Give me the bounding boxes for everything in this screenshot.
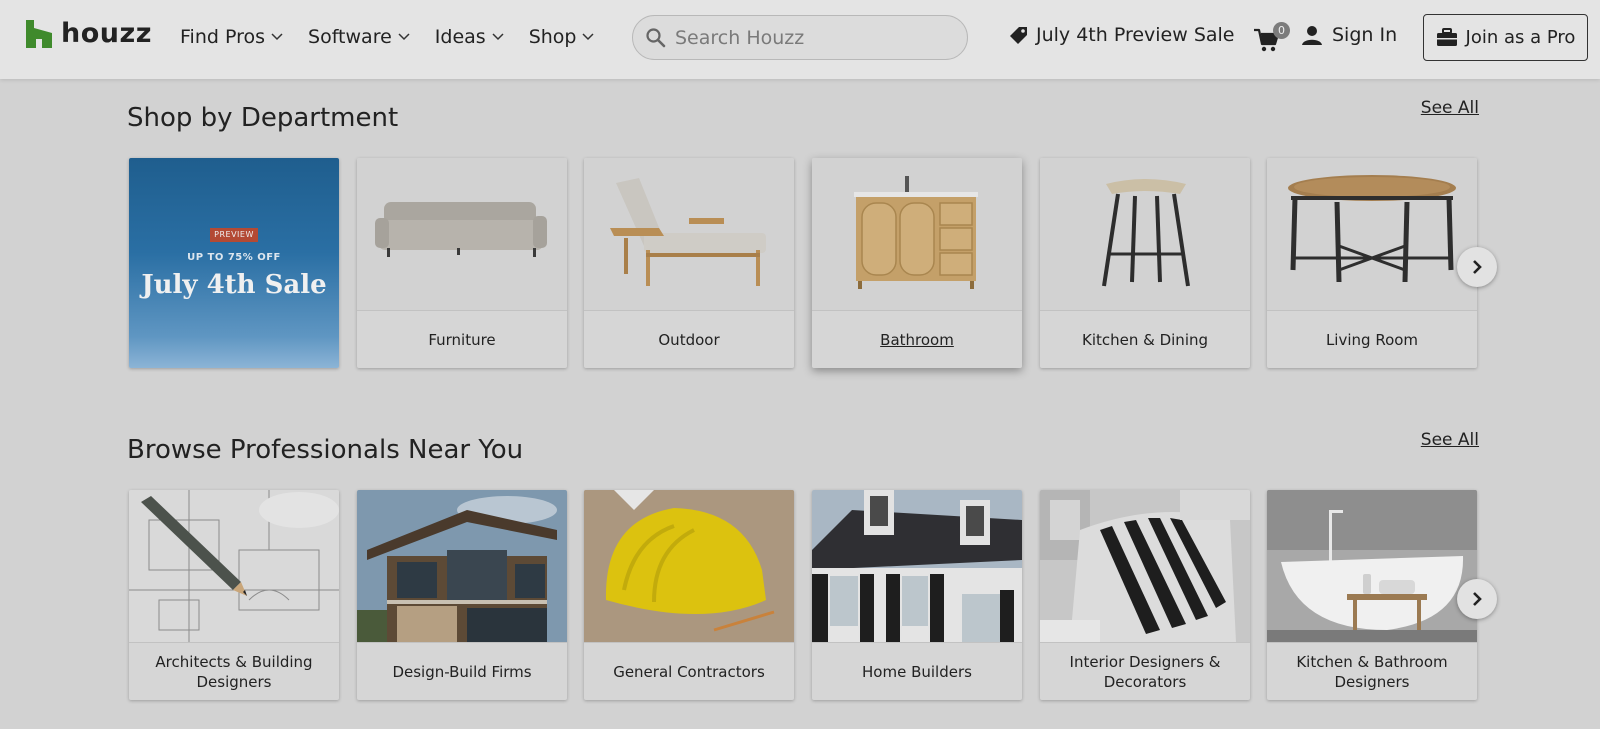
nav-ideas[interactable]: Ideas [435,22,504,52]
card-label: General Contractors [584,642,794,700]
chevron-down-icon [398,33,410,41]
chevron-down-icon [492,33,504,41]
cart-button[interactable]: 0 [1253,22,1290,54]
join-as-pro-button[interactable]: Join as a Pro [1423,14,1588,61]
sign-in-label: Sign In [1332,24,1398,46]
card-label: Architects & Building Designers [129,642,339,700]
card-label: Home Builders [812,642,1022,700]
department-card-outdoor[interactable]: Outdoor [584,158,794,368]
main-nav: Find Pros Software Ideas Shop [180,22,619,52]
card-label: Furniture [357,310,567,368]
nav-label: Find Pros [180,26,266,48]
card-label: Outdoor [584,310,794,368]
professional-card-home-builders[interactable]: Home Builders [812,490,1022,700]
houzz-logo[interactable]: houzz [26,18,152,50]
department-card-kitchen-dining[interactable]: Kitchen & Dining [1040,158,1250,368]
logo-text: houzz [61,18,152,49]
nav-label: Shop [528,26,577,48]
professionals-next-button[interactable] [1457,579,1497,619]
chevron-right-icon [1473,260,1482,274]
preview-tag: PREVIEW [210,228,258,242]
section-title-departments: Shop by Department [127,103,399,133]
see-all-departments-link[interactable]: See All [1421,98,1479,118]
professional-card-kitchen-bathroom[interactable]: Kitchen & Bathroom Designers [1267,490,1477,700]
card-label: Kitchen & Dining [1040,310,1250,368]
search-icon [646,28,666,48]
user-icon [1302,26,1322,45]
join-as-pro-label: Join as a Pro [1465,27,1576,48]
see-all-professionals-link[interactable]: See All [1421,430,1479,450]
promo-headline: July 4th Sale [141,270,327,300]
colonial-house-image [812,490,1022,642]
search-input[interactable] [675,26,965,49]
nav-software[interactable]: Software [308,22,410,52]
blueprint-image [129,490,339,642]
professional-card-general-contractors[interactable]: General Contractors [584,490,794,700]
chevron-down-icon [271,33,283,41]
chevron-down-icon [582,33,595,41]
department-card-living-room[interactable]: Living Room [1267,158,1477,368]
card-label: Interior Designers & Decorators [1040,642,1250,700]
nav-label: Ideas [434,26,486,48]
price-tag-icon [1010,26,1027,44]
search-bar[interactable] [632,15,968,60]
section-title-professionals: Browse Professionals Near You [127,435,524,465]
departments-next-button[interactable] [1457,247,1497,287]
promo-offer-text: UP TO 75% OFF [187,252,281,263]
bathtub-image [1267,490,1477,642]
chaise-lounge-image [584,158,794,310]
sale-link[interactable]: July 4th Preview Sale [1008,24,1235,46]
card-label: Design-Build Firms [357,642,567,700]
card-label: Living Room [1267,310,1477,368]
coffee-table-image [1267,158,1477,310]
sofa-image [357,158,567,310]
striped-chair-image [1040,490,1250,642]
vanity-image [812,158,1022,310]
nav-find-pros[interactable]: Find Pros [180,22,283,52]
nav-label: Software [308,26,392,48]
sale-link-label: July 4th Preview Sale [1036,24,1235,46]
site-header: houzz Find Pros Software Ideas Shop Sear… [0,0,1600,79]
hard-hat-image [584,490,794,642]
bar-stool-image [1040,158,1250,310]
department-card-furniture[interactable]: Furniture [357,158,567,368]
sign-in-link[interactable]: Sign In [1301,24,1397,46]
houzz-logo-icon [26,20,52,48]
july-4th-sale-promo-card[interactable]: PREVIEW UP TO 75% OFF July 4th Sale [129,158,339,368]
professional-card-design-build[interactable]: Design-Build Firms [357,490,567,700]
cart-count-badge: 0 [1273,22,1290,39]
professional-card-architects[interactable]: Architects & Building Designers [129,490,339,700]
professional-card-interior-designers[interactable]: Interior Designers & Decorators [1040,490,1250,700]
card-label: Bathroom [812,310,1022,368]
modern-house-image [357,490,567,642]
chevron-right-icon [1473,592,1482,606]
department-card-bathroom[interactable]: Bathroom [812,158,1022,368]
briefcase-icon [1436,28,1457,46]
nav-shop[interactable]: Shop [529,22,595,52]
card-label: Kitchen & Bathroom Designers [1267,642,1477,700]
